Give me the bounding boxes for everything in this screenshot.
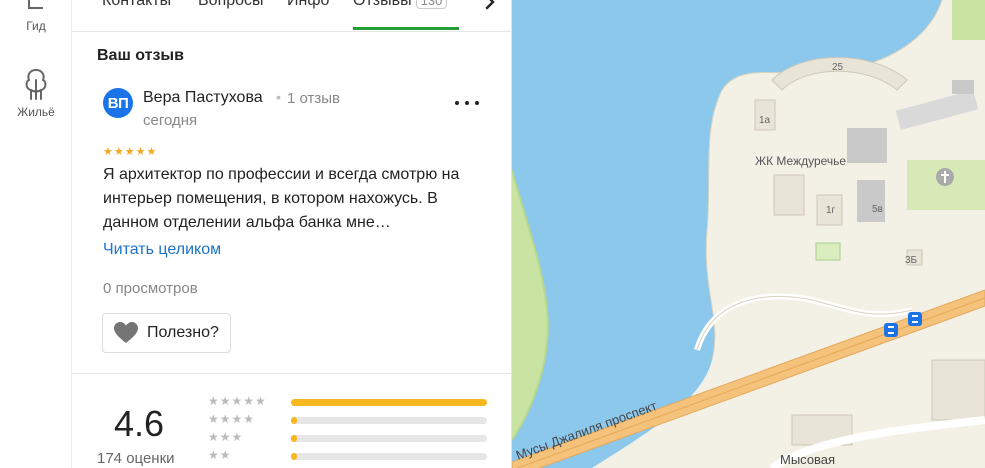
more-options-button[interactable]	[455, 95, 479, 111]
rating-count: 174 оценки	[97, 450, 175, 467]
tab-contacts[interactable]: Контакты	[102, 0, 171, 10]
author-review-count: 1 отзыв	[287, 90, 341, 107]
bar-track	[291, 399, 487, 406]
dot-icon	[475, 101, 479, 105]
tab-questions[interactable]: Вопросы	[198, 0, 264, 10]
chevron-right-icon[interactable]	[482, 0, 498, 14]
bar-stars: ★★★★★	[208, 394, 267, 408]
review-author[interactable]: Вера Пастухова	[143, 89, 263, 107]
bar-fill	[291, 399, 487, 406]
review-text: Я архитектор по профессии и всегда смотр…	[103, 166, 460, 231]
dot-icon	[455, 101, 459, 105]
heart-icon	[114, 322, 138, 343]
separator-dot: •	[276, 89, 281, 105]
useful-button[interactable]: Полезно?	[102, 313, 231, 353]
bar-stars: ★★★★	[208, 412, 256, 426]
rating-bar-5[interactable]: ★★★★★	[208, 394, 488, 410]
tab-reviews-count: 130	[415, 0, 448, 9]
rating-bar-3[interactable]: ★★★	[208, 430, 488, 446]
bar-stars: ★★	[208, 448, 232, 462]
rail-item-label: Жильё	[17, 105, 55, 119]
rail-item-housing[interactable]: Жильё	[0, 68, 72, 119]
housing-icon	[0, 68, 72, 102]
rail-item-guide[interactable]: Гид	[0, 0, 72, 33]
bar-fill	[291, 453, 297, 460]
map-label-25: 25	[832, 62, 844, 73]
rating-bar-2[interactable]: ★★	[208, 448, 488, 464]
tab-bar: Контакты Вопросы Инфо Отзывы 130	[72, 0, 511, 32]
bus-stop-icon	[884, 323, 898, 337]
map-view[interactable]: 25 1а ЖК Междуречье 1г 5в 3Б Мусы Джалил…	[512, 0, 985, 468]
useful-label: Полезно?	[147, 324, 219, 341]
bar-track	[291, 453, 487, 460]
rating-value: 4.6	[114, 403, 165, 444]
review-stars: ★★★★★	[103, 146, 158, 158]
avatar[interactable]: ВП	[103, 88, 133, 118]
org-panel: Контакты Вопросы Инфо Отзывы 130 Ваш отзы…	[72, 0, 512, 468]
guide-icon	[0, 0, 72, 16]
bar-track	[291, 417, 487, 424]
review-views: 0 просмотров	[103, 280, 198, 297]
map-label-3b: 3Б	[905, 255, 918, 266]
bar-track	[291, 435, 487, 442]
rail-item-label: Гид	[26, 19, 46, 33]
tab-reviews[interactable]: Отзывы 130	[353, 0, 448, 10]
read-more-link[interactable]: Читать целиком	[103, 241, 221, 259]
map-label-5v: 5в	[872, 204, 883, 215]
review-date: сегодня	[143, 112, 198, 129]
map-label-complex: ЖК Междуречье	[755, 154, 846, 168]
rating-bar-4[interactable]: ★★★★	[208, 412, 488, 428]
map-label-1g: 1г	[826, 205, 836, 216]
bar-fill	[291, 435, 297, 442]
bar-stars: ★★★	[208, 430, 244, 444]
left-rail: Гид Жильё	[0, 0, 72, 468]
tram-stop-icon	[908, 312, 922, 326]
divider	[72, 373, 511, 374]
map-label-street2: Мысовая	[780, 452, 835, 467]
map-label-1a: 1а	[759, 115, 771, 126]
dot-icon	[465, 101, 469, 105]
bar-fill	[291, 417, 297, 424]
section-title: Ваш отзыв	[97, 47, 184, 64]
tab-active-indicator	[353, 27, 459, 30]
tab-info[interactable]: Инфо	[287, 0, 329, 10]
map-canvas: 25 1а ЖК Междуречье 1г 5в 3Б Мусы Джалил…	[512, 0, 985, 468]
app-window: Гид Жильё Контакты Вопросы Инфо Отзывы 13…	[0, 0, 985, 468]
